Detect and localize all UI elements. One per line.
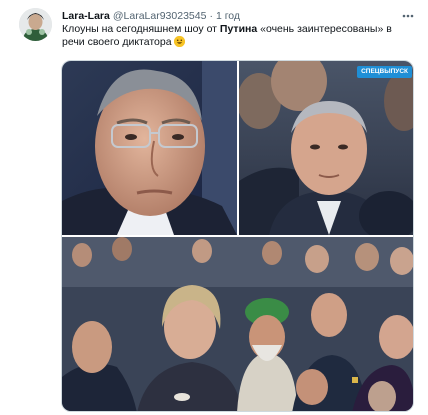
photo-2[interactable]: СПЕЦВЫПУСК [239, 61, 413, 235]
more-icon[interactable] [400, 8, 416, 24]
photo-3-image [62, 237, 413, 411]
grinning-face-emoji-icon [173, 36, 185, 47]
avatar-image [19, 8, 52, 41]
more-horizontal-icon [402, 14, 414, 18]
avatar[interactable] [19, 8, 52, 41]
media-grid: СПЕЦВЫПУСК [61, 60, 414, 412]
photo-2-image [239, 61, 413, 235]
display-name[interactable]: Lara-Lara [62, 10, 110, 22]
user-handle[interactable]: @LaraLar93023545 [113, 10, 207, 22]
tweet-text-part1: Клоуны на сегодняшнем шоу от [62, 23, 220, 35]
photo-1-image [62, 61, 237, 235]
timestamp[interactable]: 1 год [216, 10, 240, 22]
channel-badge: СПЕЦВЫПУСК [357, 66, 412, 78]
photo-1[interactable] [62, 61, 237, 235]
tweet-header: Lara-Lara @LaraLar93023545 · 1 год [62, 8, 240, 24]
photo-3[interactable] [62, 237, 413, 411]
tweet-text: Клоуны на сегодняшнем шоу от Путина «оче… [62, 23, 402, 49]
separator-dot: · [209, 10, 213, 22]
tweet-text-bold: Путина [219, 23, 258, 35]
tweet[interactable]: Lara-Lara @LaraLar93023545 · 1 год Клоун… [0, 0, 428, 415]
